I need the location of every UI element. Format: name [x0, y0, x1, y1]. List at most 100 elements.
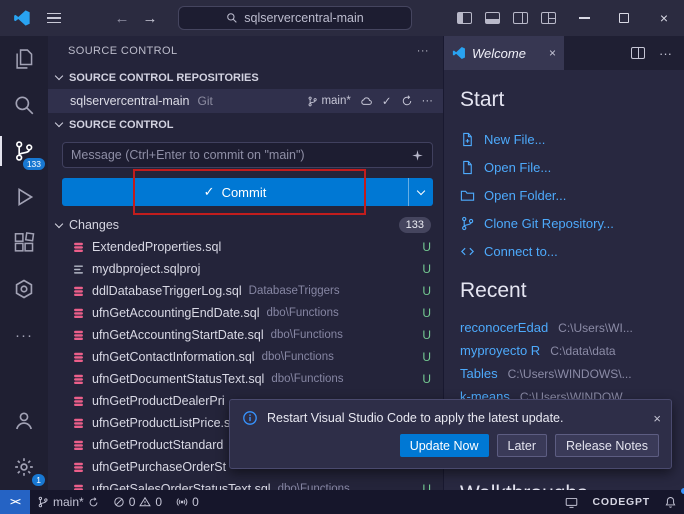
close-button[interactable]: ×	[644, 0, 684, 36]
menu-icon[interactable]	[40, 0, 68, 36]
file-status: U	[422, 482, 431, 490]
file-row[interactable]: ufnGetDocumentStatusText.sql dbo\Functio…	[48, 368, 443, 390]
open-file-link[interactable]: Open File...	[460, 153, 676, 181]
vscode-logo-icon	[8, 0, 36, 36]
toggle-panel-icon[interactable]	[485, 12, 500, 24]
clone-repo-link[interactable]: Clone Git Repository...	[460, 209, 676, 237]
section-repositories[interactable]: SOURCE CONTROL REPOSITORIES	[48, 66, 443, 89]
connect-to-link[interactable]: Connect to...	[460, 237, 676, 265]
back-arrow-button[interactable]: ←	[108, 0, 136, 36]
accounts-icon[interactable]	[0, 398, 48, 444]
tab-close-icon[interactable]: ×	[549, 46, 556, 60]
commit-check-icon[interactable]: ✓	[382, 94, 392, 108]
recent-item[interactable]: reconocerEdad C:\Users\WI...	[460, 316, 676, 339]
release-notes-button[interactable]: Release Notes	[555, 434, 659, 457]
toggle-sidebar-icon[interactable]	[457, 12, 472, 24]
file-row[interactable]: ufnGetContactInformation.sql dbo\Functio…	[48, 346, 443, 368]
refresh-icon[interactable]	[401, 95, 413, 107]
run-debug-icon[interactable]	[0, 174, 48, 220]
changes-section-header[interactable]: Changes 133	[48, 214, 443, 236]
recent-path: C:\Users\WI...	[558, 321, 633, 335]
open-folder-link[interactable]: Open Folder...	[460, 181, 676, 209]
file-status: U	[422, 350, 431, 364]
chevron-down-icon	[417, 186, 425, 194]
update-now-button[interactable]: Update Now	[400, 434, 489, 457]
commit-dropdown-button[interactable]	[408, 178, 433, 206]
codegpt-icon[interactable]	[0, 266, 48, 312]
recent-name: myproyecto R	[460, 343, 540, 358]
explorer-icon[interactable]	[0, 36, 48, 82]
changes-count-badge: 133	[399, 217, 431, 233]
notifications-bell[interactable]	[657, 490, 684, 514]
changes-label: Changes	[69, 218, 119, 232]
additional-views-icon[interactable]: ···	[0, 312, 48, 358]
tab-welcome[interactable]: Welcome ×	[444, 36, 564, 70]
git-branch-icon	[460, 216, 475, 231]
recent-item[interactable]: Tables C:\Users\WINDOWS\...	[460, 362, 676, 385]
codegpt-status[interactable]: CODEGPT	[585, 490, 657, 514]
repo-name: sqlservercentral-main	[70, 94, 189, 108]
settings-gear-icon[interactable]: 1	[0, 444, 48, 490]
section-source-control[interactable]: SOURCE CONTROL	[48, 113, 443, 136]
file-row[interactable]: ExtendedProperties.sql U	[48, 236, 443, 258]
commit-message-input[interactable]: Message (Ctrl+Enter to commit on "main")	[62, 142, 433, 168]
minimize-button[interactable]	[564, 0, 604, 36]
extensions-icon[interactable]	[0, 220, 48, 266]
commit-button[interactable]: ✓ Commit	[62, 178, 408, 206]
file-row[interactable]: ufnGetAccountingEndDate.sql dbo\Function…	[48, 302, 443, 324]
file-path: dbo\Functions	[271, 329, 343, 341]
file-name: ufnGetDocumentStatusText.sql	[92, 372, 264, 386]
ports-indicator[interactable]: 0	[169, 490, 206, 514]
maximize-button[interactable]	[604, 0, 644, 36]
statusbar-branch[interactable]: main*	[30, 490, 106, 514]
file-path: dbo\Functions	[266, 307, 338, 319]
toggle-secondary-sidebar-icon[interactable]	[513, 12, 528, 24]
activity-bar: 133 ··· 1	[0, 36, 48, 490]
screencast-indicator[interactable]	[558, 490, 585, 514]
layout-controls	[457, 0, 556, 36]
publish-cloud-icon[interactable]	[360, 95, 373, 108]
file-path: DatabaseTriggers	[249, 285, 340, 297]
source-control-icon[interactable]: 133	[0, 128, 48, 174]
remote-indicator[interactable]: ><	[0, 490, 30, 514]
file-row[interactable]: ufnGetAccountingStartDate.sql dbo\Functi…	[48, 324, 443, 346]
forward-arrow-button[interactable]: →	[136, 0, 164, 36]
vscode-tab-icon	[452, 46, 466, 60]
new-file-link[interactable]: New File...	[460, 125, 676, 153]
file-row[interactable]: ddlDatabaseTriggerLog.sql DatabaseTrigge…	[48, 280, 443, 302]
database-file-icon	[72, 285, 85, 298]
later-button[interactable]: Later	[497, 434, 548, 457]
file-row[interactable]: ufnGetSalesOrderStatusText.sql dbo\Funct…	[48, 478, 443, 490]
file-status: U	[422, 262, 431, 276]
tab-bar: Welcome × ···	[444, 36, 684, 70]
sync-icon	[88, 497, 99, 508]
ports-count: 0	[192, 495, 199, 509]
chevron-down-icon	[55, 119, 63, 127]
commit-button-label: Commit	[222, 185, 267, 200]
file-path: dbo\Functions	[262, 351, 334, 363]
search-view-icon[interactable]	[0, 82, 48, 128]
notification-close-icon[interactable]: ×	[653, 411, 661, 426]
command-center-search[interactable]: sqlservercentral-main	[178, 6, 412, 30]
customize-layout-icon[interactable]	[541, 12, 556, 24]
repository-row[interactable]: sqlservercentral-main Git main* ✓ ···	[48, 89, 443, 113]
error-icon	[113, 496, 125, 508]
start-item-label: Clone Git Repository...	[484, 216, 614, 231]
chevron-down-icon	[55, 219, 63, 227]
file-name: ufnGetProductDealerPri	[92, 394, 225, 408]
recent-item[interactable]: myproyecto R C:\data\data	[460, 339, 676, 362]
repo-branch-indicator[interactable]: main*	[307, 95, 350, 107]
recent-path: C:\data\data	[550, 344, 615, 358]
sparkle-icon[interactable]	[411, 149, 424, 162]
repo-more-icon[interactable]: ···	[422, 95, 434, 107]
start-heading: Start	[460, 88, 676, 112]
split-editor-icon[interactable]	[631, 47, 645, 59]
editor-more-icon[interactable]: ···	[659, 46, 672, 61]
problems-indicator[interactable]: 0 0	[106, 490, 169, 514]
update-notification: Restart Visual Studio Code to apply the …	[229, 399, 672, 469]
file-name: ExtendedProperties.sql	[92, 240, 221, 254]
search-text: sqlservercentral-main	[244, 11, 363, 25]
sidebar-more-icon[interactable]: ···	[417, 45, 429, 57]
file-row[interactable]: mydbproject.sqlproj U	[48, 258, 443, 280]
recent-heading: Recent	[460, 279, 676, 303]
